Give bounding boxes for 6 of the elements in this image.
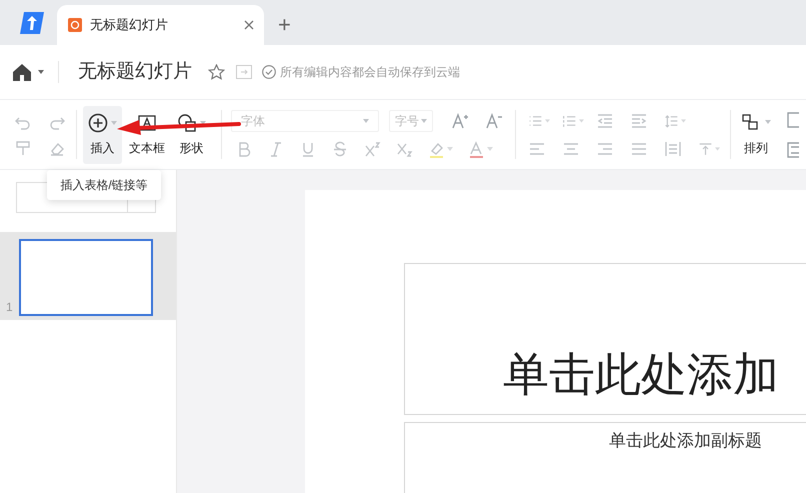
save-status: 所有编辑内容都会自动保存到云端 [280, 64, 460, 81]
tooltip: 插入表格/链接等 [47, 170, 161, 200]
tab-title: 无标题幻灯片 [90, 16, 168, 34]
subtitle-placeholder-text: 单击此处添加副标题 [609, 430, 762, 452]
title-placeholder-text: 单击此处添加 [503, 346, 779, 402]
slide-number: 1 [6, 299, 13, 316]
